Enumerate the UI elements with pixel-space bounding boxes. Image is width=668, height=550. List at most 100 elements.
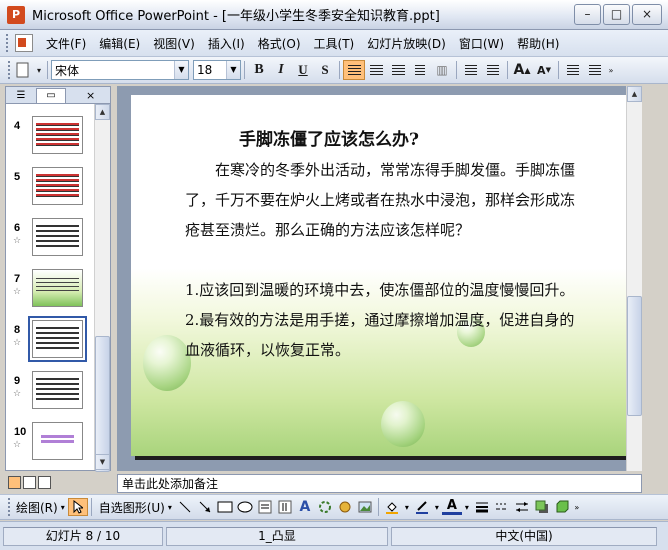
menu-view[interactable]: 视图(V) [153, 35, 195, 52]
menu-help[interactable]: 帮助(H) [517, 35, 559, 52]
line-tool-icon[interactable] [175, 498, 195, 516]
scroll-up-icon[interactable]: ▲ [627, 86, 642, 102]
dropdown-arrow-icon[interactable]: ▾ [402, 498, 412, 516]
slide-thumbnail-row[interactable]: 5 [6, 167, 94, 217]
normal-view-icon[interactable] [8, 476, 21, 489]
toolbar-options-icon[interactable]: » [572, 498, 582, 516]
menu-window[interactable]: 窗口(W) [459, 35, 504, 52]
slides-tab-icon[interactable]: ▭ [36, 87, 66, 103]
slide-sorter-view-icon[interactable] [23, 476, 36, 489]
menu-grip[interactable] [6, 34, 11, 52]
slide-thumbnail[interactable] [32, 422, 83, 460]
language-status: 中文(中国) [391, 526, 657, 546]
restore-button[interactable]: □ [603, 4, 630, 25]
scroll-thumb[interactable] [95, 336, 110, 472]
shrink-font-button[interactable]: A ▼ [533, 60, 555, 80]
slide-scrollbar[interactable]: ▲ [626, 86, 642, 471]
increase-indent-icon[interactable] [584, 60, 606, 80]
minimize-button[interactable]: – [574, 4, 601, 25]
line-style-icon[interactable] [472, 498, 492, 516]
menu-bar: 文件(F) 编辑(E) 视图(V) 插入(I) 格式(O) 工具(T) 幻灯片放… [0, 30, 668, 57]
wordart-icon[interactable]: A [295, 498, 315, 516]
italic-button[interactable]: I [270, 60, 292, 80]
panel-scrollbar[interactable]: ▲ ▼ [94, 104, 110, 472]
scroll-thumb[interactable] [627, 296, 642, 416]
panel-close-icon[interactable]: × [86, 89, 95, 102]
arrow-style-icon[interactable] [512, 498, 532, 516]
align-right-icon[interactable] [387, 60, 409, 80]
dash-style-icon[interactable] [492, 498, 512, 516]
textbox-tool-icon[interactable] [255, 498, 275, 516]
slide-thumbnail-row[interactable]: 9 ☆ [6, 371, 94, 421]
toolbar-options-icon[interactable]: » [606, 60, 616, 80]
new-slide-icon[interactable] [12, 60, 34, 80]
slide-thumbnail[interactable] [32, 167, 83, 205]
font-name-combo[interactable]: 宋体 ▼ [51, 60, 189, 80]
dropdown-arrow-icon[interactable]: ▾ [462, 498, 472, 516]
arrow-tool-icon[interactable] [195, 498, 215, 516]
font-name-dropdown-icon[interactable]: ▼ [174, 61, 188, 79]
menu-edit[interactable]: 编辑(E) [99, 35, 140, 52]
font-size-combo[interactable]: 18 ▼ [193, 60, 241, 80]
font-color-icon[interactable]: A [441, 498, 462, 515]
select-cursor-icon[interactable] [67, 498, 88, 516]
slide-thumbnail-row[interactable]: 6 ☆ [6, 218, 94, 268]
autoshapes-menu-button[interactable]: 自选图形(U) [99, 499, 165, 516]
picture-icon[interactable] [355, 498, 375, 516]
slide-thumbnail-row[interactable]: 4 [6, 116, 94, 166]
menu-slideshow[interactable]: 幻灯片放映(D) [367, 35, 446, 52]
3d-style-icon[interactable] [552, 498, 572, 516]
notes-pane[interactable]: 单击此处添加备注 [117, 474, 642, 493]
diagram-icon[interactable] [315, 498, 335, 516]
underline-button[interactable]: U [292, 60, 314, 80]
outline-tab-icon[interactable]: ☰ [6, 88, 36, 103]
slide-thumbnail[interactable] [32, 371, 83, 409]
close-button[interactable]: × [632, 4, 662, 25]
shadow-style-icon[interactable] [532, 498, 552, 516]
slide-body-text[interactable]: 在寒冷的冬季外出活动，常常冻得手脚发僵。手脚冻僵了，千万不要在炉火上烤或者在热水… [185, 155, 580, 365]
align-left-icon[interactable] [343, 60, 365, 80]
shadow-button[interactable]: S [314, 60, 336, 80]
dropdown-arrow-icon[interactable]: ▾ [432, 498, 442, 516]
slide-thumbnail[interactable] [32, 116, 83, 154]
menu-tools[interactable]: 工具(T) [314, 35, 355, 52]
fill-color-icon[interactable] [382, 498, 402, 516]
slide-thumbnail-row[interactable]: 8 ☆ [6, 316, 94, 370]
slide-thumbnail-row[interactable]: 10 ☆ [6, 422, 94, 470]
scroll-up-icon[interactable]: ▲ [95, 104, 110, 120]
slide-thumbnail[interactable] [32, 218, 83, 256]
toolbar-grip[interactable] [8, 498, 12, 516]
bold-button[interactable]: B [248, 60, 270, 80]
oval-tool-icon[interactable] [235, 498, 255, 516]
distribute-icon[interactable] [409, 60, 431, 80]
slide-canvas[interactable]: 手脚冻僵了应该怎么办? 在寒冷的冬季外出活动，常常冻得手脚发僵。手脚冻僵了，千万… [131, 95, 627, 456]
slide-title[interactable]: 手脚冻僵了应该怎么办? [239, 125, 419, 150]
slideshow-view-icon[interactable] [38, 476, 51, 489]
dropdown-arrow-icon[interactable]: ▾ [165, 498, 175, 516]
draw-menu-button[interactable]: 绘图(R) [16, 499, 58, 516]
numbering-icon[interactable] [460, 60, 482, 80]
grow-font-button[interactable]: A ▲ [511, 60, 533, 80]
clipart-icon[interactable] [335, 498, 355, 516]
slide-thumbnail[interactable] [28, 316, 87, 362]
menu-file[interactable]: 文件(F) [46, 35, 86, 52]
align-center-icon[interactable] [365, 60, 387, 80]
line-color-icon[interactable] [412, 498, 432, 516]
menu-format[interactable]: 格式(O) [258, 35, 301, 52]
rectangle-tool-icon[interactable] [215, 498, 235, 516]
decrease-indent-icon[interactable] [562, 60, 584, 80]
font-size-dropdown-icon[interactable]: ▼ [226, 61, 240, 79]
menu-insert[interactable]: 插入(I) [208, 35, 245, 52]
vertical-textbox-icon[interactable] [275, 498, 295, 516]
powerpoint-app-icon[interactable]: P [7, 5, 25, 24]
bullets-icon[interactable] [482, 60, 504, 80]
slide-thumbnail-row[interactable]: 7 ☆ [6, 269, 94, 319]
dropdown-arrow-icon[interactable]: ▾ [34, 60, 44, 80]
document-icon[interactable] [15, 34, 33, 52]
scroll-down-icon[interactable]: ▼ [95, 454, 110, 470]
columns-icon[interactable]: ▥ [431, 60, 453, 80]
slide-thumbnail[interactable] [32, 269, 83, 307]
transition-star-icon: ☆ [13, 338, 22, 348]
dropdown-arrow-icon[interactable]: ▾ [58, 498, 68, 516]
slide-number: 6 [14, 222, 21, 234]
